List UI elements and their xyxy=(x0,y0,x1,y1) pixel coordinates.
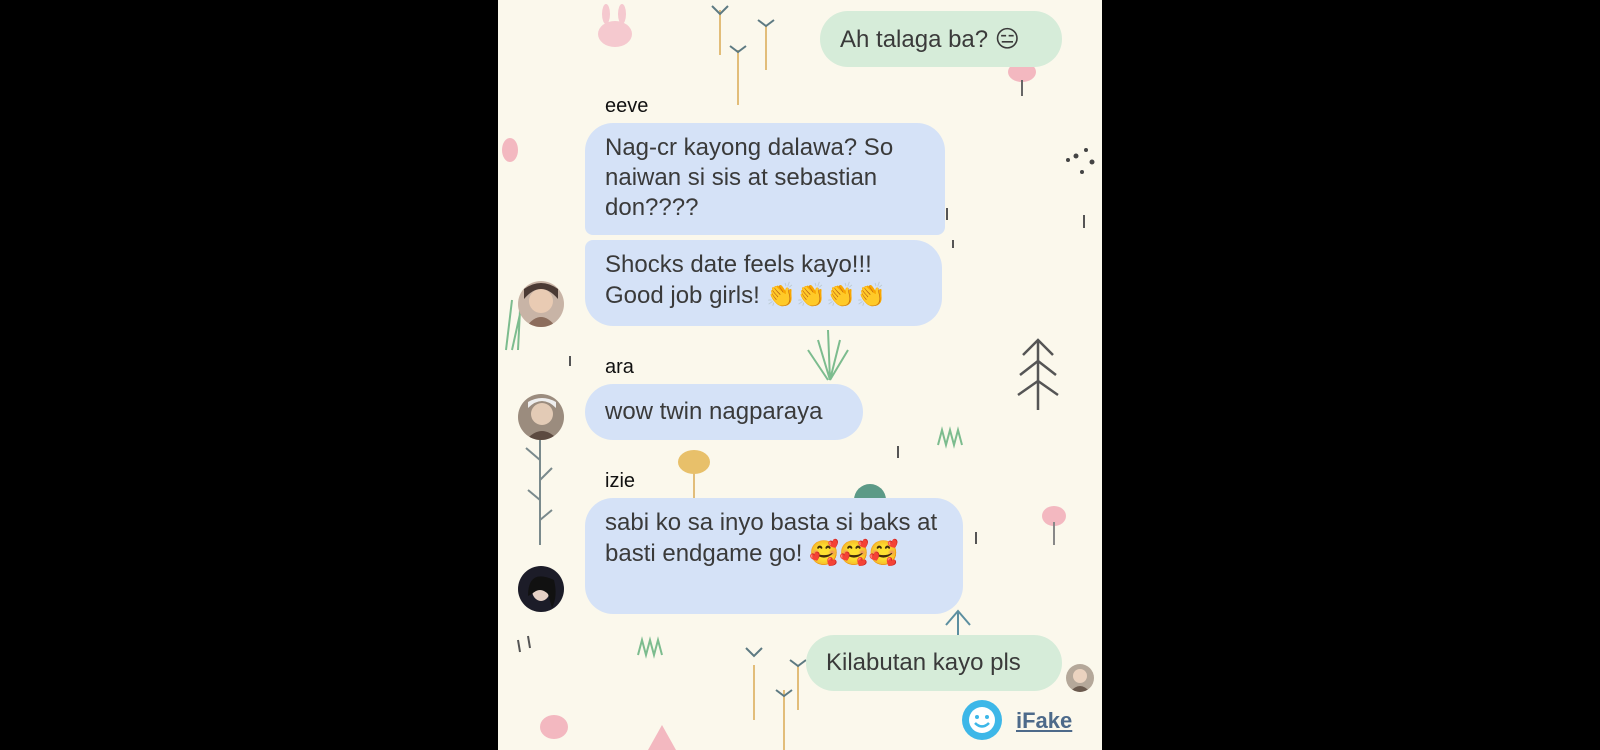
clapping-hands-emoji: 👏👏👏👏 xyxy=(766,281,886,309)
brand-label: iFake xyxy=(1016,708,1073,733)
message-bubble-incoming[interactable]: wow twin nagparaya xyxy=(585,384,863,440)
message-text: Kilabutan kayo pls xyxy=(826,649,1021,676)
avatar-self[interactable] xyxy=(1066,664,1094,692)
message-bubble-incoming[interactable]: Nag-cr kayong dalawa? So naiwan si sis a… xyxy=(585,123,945,235)
message-bubble-outgoing[interactable]: Kilabutan kayo pls xyxy=(806,635,1062,691)
smiley-face-icon xyxy=(962,700,1002,740)
plant-doodles xyxy=(693,10,799,750)
expressionless-face-emoji: 😑 xyxy=(994,25,1020,53)
tree-doodle xyxy=(1017,338,1059,410)
sender-name: ara xyxy=(605,356,634,378)
smiling-face-with-hearts-emoji: 🥰🥰🥰 xyxy=(809,539,899,567)
avatar-eeve[interactable] xyxy=(518,281,564,327)
message-bubble-incoming[interactable]: sabi ko sa inyo basta si baks at basti e… xyxy=(585,498,963,614)
bunny-doodle-icon xyxy=(598,4,632,47)
avatar-ara[interactable] xyxy=(518,394,564,440)
message-text: wow twin nagparaya xyxy=(605,398,823,425)
sender-name: izie xyxy=(605,470,636,492)
message-text: Nag-cr kayong dalawa? So naiwan si sis a… xyxy=(605,134,894,221)
message-bubble-outgoing[interactable]: Ah talaga ba? 😑 xyxy=(820,11,1062,67)
message-text: Ah talaga ba? xyxy=(840,26,989,53)
ifake-watermark[interactable]: iFake xyxy=(962,700,1102,744)
chat-view[interactable]: Ah talaga ba? 😑 eeve Nag-cr kayong dalaw… xyxy=(498,0,1102,750)
avatar-izie[interactable] xyxy=(518,566,564,612)
message-bubble-incoming[interactable]: Shocks date feels kayo!!! Good job girls… xyxy=(585,240,942,326)
sender-name: eeve xyxy=(605,95,649,117)
